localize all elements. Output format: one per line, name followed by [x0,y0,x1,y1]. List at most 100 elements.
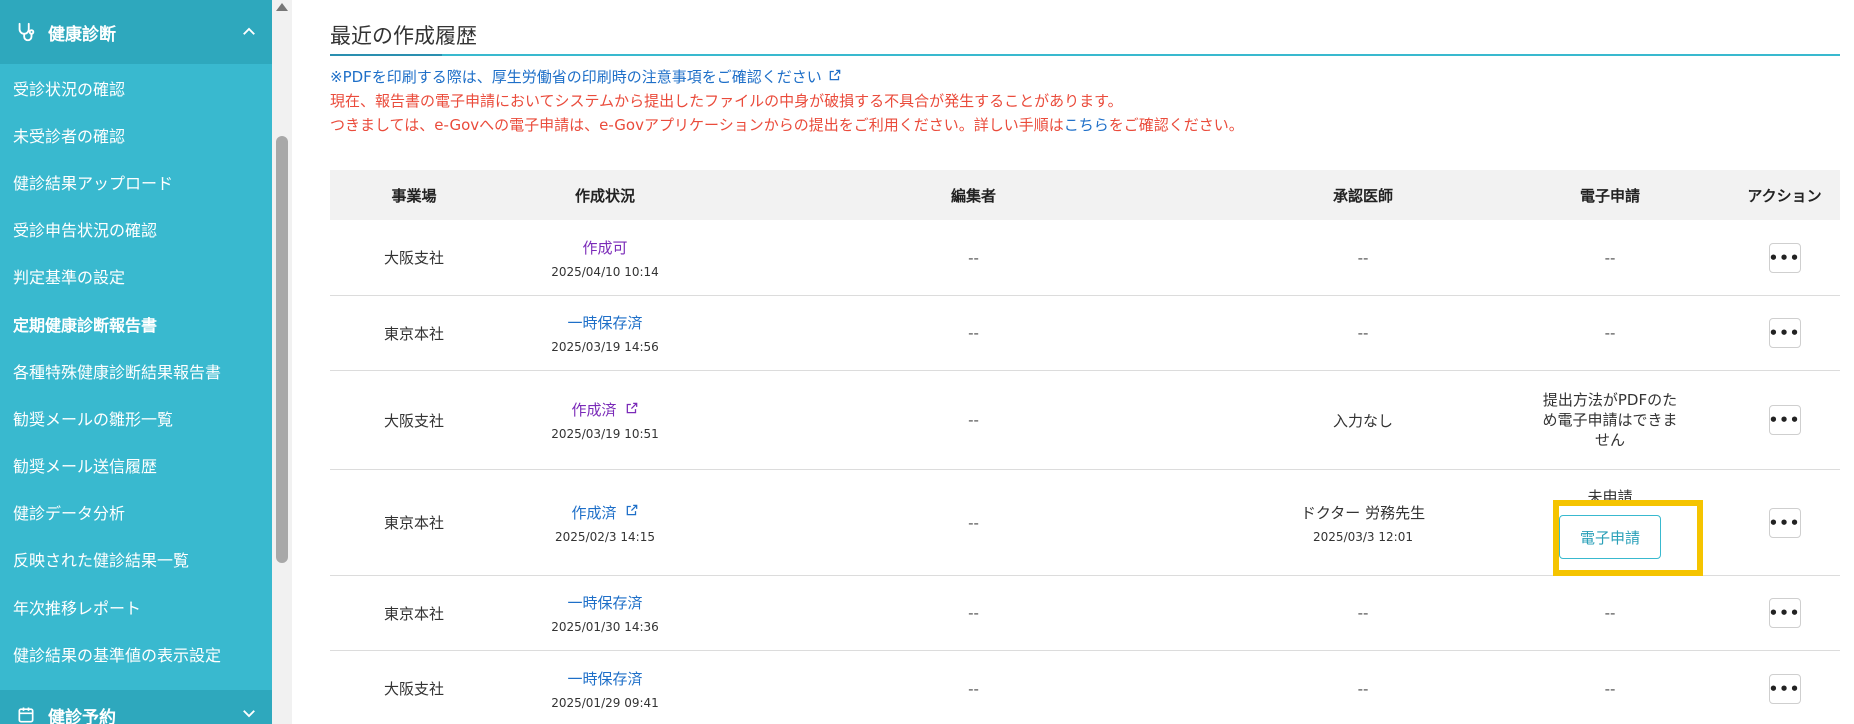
pdf-print-notice-link[interactable]: ※PDFを印刷する際は、厚生労働省の印刷時の注意事項をご確認ください [330,66,842,87]
action-cell: ••• [1729,242,1840,273]
status-cell: 一時保存済 2025/03/19 14:56 [498,312,712,354]
esubmit-cell: 提出方法がPDFのため電子申請はできません [1491,390,1729,450]
doctor-cell: -- [1357,324,1369,342]
sidebar-item-exam-status[interactable]: 受診状況の確認 [0,64,272,111]
pdf-print-notice-text: ※PDFを印刷する際は、厚生労働省の印刷時の注意事項をご確認ください [330,68,822,86]
table-row: 東京本社 一時保存済 2025/01/30 14:36 -- -- -- ••• [330,576,1840,651]
status-link[interactable]: 作成済 [571,502,638,523]
calendar-icon [14,703,38,724]
header-action: アクション [1747,186,1822,205]
more-actions-button[interactable]: ••• [1768,598,1801,628]
bug-warning-text: 現在、報告書の電子申請においてシステムから提出したファイルの中身が破損する不具合… [330,92,1123,110]
header-esubmit: 電子申請 [1579,186,1640,205]
sidebar-item-periodic-report[interactable]: 定期健康診断報告書 [0,300,272,347]
sidebar: 健康診断 受診状況の確認 未受診者の確認 健診結果アップロード 受診申告状況の確… [0,0,272,724]
more-actions-button[interactable]: ••• [1768,673,1801,704]
more-actions-button[interactable]: ••• [1768,405,1801,435]
sidebar-item-label: 勧奨メールの雛形一覧 [13,409,174,429]
more-actions-button[interactable]: ••• [1768,242,1801,273]
office-cell: 大阪支社 [383,411,444,430]
action-cell: ••• [1729,405,1840,435]
status-cell: 作成可 2025/04/10 10:14 [498,237,712,279]
sidebar-item-special-report[interactable]: 各種特殊健康診断結果報告書 [0,347,272,394]
egov-notice: つきましては、e-Govへの電子申請は、e-Govアプリケーションからの提出をご… [330,114,1244,135]
status-link[interactable]: 一時保存済 [567,592,642,613]
status-date: 2025/02/3 14:15 [555,529,655,544]
table-row: 東京本社 一時保存済 2025/03/19 14:56 -- -- -- ••• [330,296,1840,371]
editor-cell: -- [968,324,979,342]
editor-cell: -- [968,679,979,698]
egov-notice-text: つきましては、e-Govへの電子申請は、e-Govアプリケーションからの提出をご… [330,116,1064,134]
more-actions-button[interactable]: ••• [1768,507,1801,538]
stethoscope-icon [14,20,38,44]
editor-cell: -- [968,513,979,532]
doctor-cell: 入力なし [1332,411,1393,430]
esubmit-cell: -- [1604,604,1616,622]
sidebar-item-label: 健診データ分析 [13,504,126,524]
sidebar-item-label: 反映された健診結果一覧 [13,551,190,571]
editor-cell: -- [968,248,979,267]
status-date: 2025/03/19 14:56 [551,340,659,354]
status-link[interactable]: 一時保存済 [567,312,642,333]
doctor-cell: ドクター 労務先生 2025/03/3 12:01 [1235,502,1491,544]
sidebar-section-reservation[interactable]: 健診予約 [0,690,272,724]
status-date: 2025/04/10 10:14 [551,264,659,279]
status-link[interactable]: 作成可 [582,237,627,258]
office-cell: 大阪支社 [383,249,444,267]
sidebar-section-health-checkup[interactable]: 健康診断 [0,0,272,64]
status-date: 2025/01/29 09:41 [551,695,659,710]
sidebar-item-mail-history[interactable]: 勧奨メール送信履歴 [0,442,272,489]
chevron-up-icon[interactable] [240,23,258,41]
office-cell: 東京本社 [383,604,444,623]
sidebar-item-annual-report[interactable]: 年次推移レポート [0,583,272,630]
status-link[interactable]: 一時保存済 [567,668,642,689]
sidebar-item-label: 各種特殊健康診断結果報告書 [13,362,222,382]
office-cell: 東京本社 [383,514,444,532]
sidebar-item-label: 未受診者の確認 [13,126,126,146]
status-label: 作成済 [571,401,617,419]
scroll-up-arrow-icon[interactable] [276,3,288,11]
sidebar-item-reference-settings[interactable]: 健診結果の基準値の表示設定 [0,630,272,677]
egov-instructions-link[interactable]: こちら [1064,116,1109,134]
action-cell: ••• [1729,318,1840,348]
office-cell: 大阪支社 [383,680,444,698]
sidebar-scrollbar[interactable] [272,0,292,724]
doctor-name: ドクター 労務先生 [1300,503,1426,522]
status-cell: 作成済 2025/02/3 14:15 [498,502,712,544]
external-link-icon [625,503,639,521]
esubmit-cell: -- [1604,679,1616,698]
history-table: 事業場 作成状況 編集者 承認医師 電子申請 アクション 大阪支社 作成可 20… [330,170,1840,724]
sidebar-item-label: 判定基準の設定 [13,268,126,288]
sidebar-section-title: 健診予約 [48,707,116,724]
sidebar-item-label: 健診結果の基準値の表示設定 [13,645,222,665]
editor-cell: -- [968,604,979,622]
header-doctor: 承認医師 [1332,186,1393,205]
sidebar-item-result-upload[interactable]: 健診結果アップロード [0,158,272,205]
status-cell: 作成済 2025/03/19 10:51 [498,399,712,441]
sidebar-item-label: 受診状況の確認 [13,79,126,99]
external-link-icon [625,401,639,419]
sidebar-item-label: 健診結果アップロード [13,173,174,193]
sidebar-item-declaration-status[interactable]: 受診申告状況の確認 [0,206,272,253]
more-actions-button[interactable]: ••• [1768,318,1801,348]
doctor-cell: -- [1357,248,1369,267]
chevron-down-icon[interactable] [240,704,258,724]
external-link-icon [828,68,842,86]
scrollbar-thumb[interactable] [276,136,288,563]
highlight-box [1553,500,1703,576]
table-row: 大阪支社 作成可 2025/04/10 10:14 -- -- -- ••• [330,220,1840,296]
sidebar-item-criteria-settings[interactable]: 判定基準の設定 [0,253,272,300]
sidebar-item-mail-templates[interactable]: 勧奨メールの雛形一覧 [0,394,272,441]
sidebar-item-label: 勧奨メール送信履歴 [13,457,158,477]
esubmit-cell: -- [1604,324,1616,342]
sidebar-item-unexamined[interactable]: 未受診者の確認 [0,111,272,158]
sidebar-item-reflected-results[interactable]: 反映された健診結果一覧 [0,536,272,583]
main-content: 最近の作成履歴 ※PDFを印刷する際は、厚生労働省の印刷時の注意事項をご確認くだ… [292,0,1854,724]
sidebar-item-data-analysis[interactable]: 健診データ分析 [0,489,272,536]
table-header: 事業場 作成状況 編集者 承認医師 電子申請 アクション [330,170,1840,220]
status-link[interactable]: 作成済 [571,399,638,420]
editor-cell: -- [968,411,979,429]
status-date: 2025/03/19 10:51 [551,427,659,441]
esubmit-cell: -- [1604,248,1616,267]
header-status: 作成状況 [574,186,635,205]
